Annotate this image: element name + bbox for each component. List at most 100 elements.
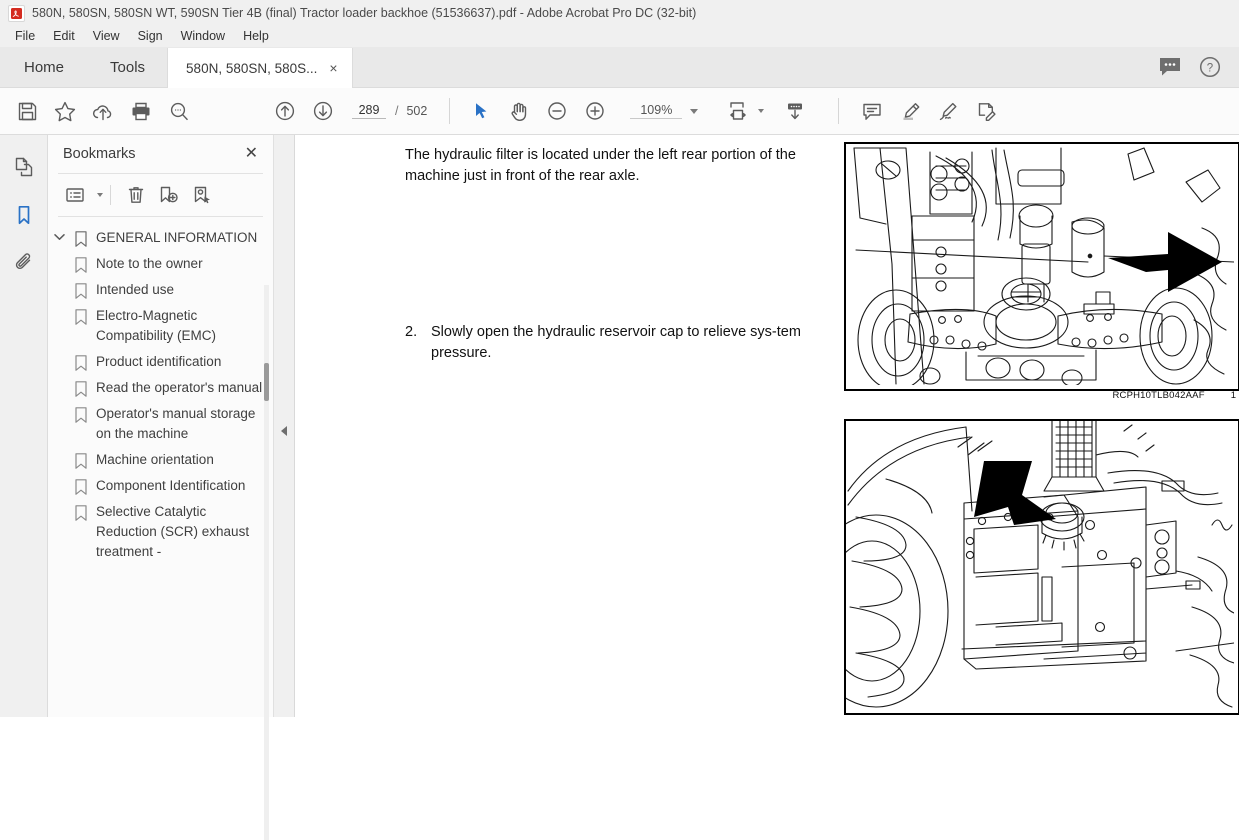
bookmark-options-icon[interactable] — [60, 181, 90, 209]
bookmark-label: Read the operator's manual — [96, 380, 263, 395]
bookmark-label: Machine orientation — [96, 452, 214, 467]
bookmark-icon — [70, 228, 92, 247]
menu-file[interactable]: File — [6, 26, 44, 47]
menu-window[interactable]: Window — [172, 26, 234, 47]
bookmark-options-chevron-down-icon[interactable] — [97, 193, 103, 197]
bookmarks-scrollbar-thumb[interactable] — [264, 363, 269, 401]
bookmark-icon — [70, 378, 92, 397]
step-text: Slowly open the hydraulic reservoir cap … — [431, 324, 801, 361]
page-number-input[interactable]: 289 — [352, 103, 386, 119]
reservoir-illustration — [846, 421, 1234, 708]
figure-hydraulic-reservoir-cap — [844, 419, 1239, 715]
bookmark-icon — [70, 450, 92, 469]
menu-view[interactable]: View — [84, 26, 129, 47]
select-tool-icon[interactable] — [462, 92, 500, 130]
scroll-mode-icon[interactable] — [776, 92, 814, 130]
tab-bar-actions: ? — [1159, 56, 1239, 87]
menu-edit[interactable]: Edit — [44, 26, 84, 47]
zoom-out-icon[interactable] — [538, 92, 576, 130]
tab-document[interactable]: 580N, 580SN, 580S... × — [167, 48, 353, 88]
step-number: 2. — [405, 324, 418, 340]
bookmarks-tree[interactable]: GENERAL INFORMATION Note to the owner In… — [48, 217, 273, 717]
help-icon[interactable]: ? — [1199, 56, 1221, 78]
upload-cloud-icon[interactable] — [84, 92, 122, 130]
bookmark-icon — [70, 254, 92, 273]
zoom-level[interactable]: 109% — [630, 103, 683, 119]
bookmarks-panel: Bookmarks ✕ GENERAL INFORMATION Note to … — [48, 135, 274, 840]
close-panel-icon[interactable]: ✕ — [242, 144, 261, 164]
figure-rear-axle-hydraulic-filter — [844, 142, 1239, 391]
bookmark-label: GENERAL INFORMATION — [96, 230, 258, 245]
fit-page-icon[interactable] — [720, 92, 758, 130]
bookmark-icon — [70, 280, 92, 299]
chevron-down-icon[interactable] — [690, 108, 699, 114]
window-title: 580N, 580SN, 580SN WT, 590SN Tier 4B (fi… — [32, 6, 697, 20]
sign-tool-icon[interactable] — [929, 92, 967, 130]
menu-sign[interactable]: Sign — [129, 26, 172, 47]
search-icon[interactable] — [160, 92, 198, 130]
bookmarks-toolbar — [48, 174, 273, 216]
bookmark-item-component-identification[interactable]: Component Identification — [48, 473, 273, 499]
callout-arrow-icon — [1108, 232, 1222, 292]
document-view[interactable]: The hydraulic filter is located under th… — [295, 135, 1239, 717]
numbered-step: 2. Slowly open the hydraulic reservoir c… — [405, 322, 825, 364]
work-area: Bookmarks ✕ GENERAL INFORMATION Note to … — [0, 135, 1239, 840]
bookmark-label: Intended use — [96, 282, 175, 297]
page-navigation: 289 / 502 — [352, 103, 427, 119]
menu-help[interactable]: Help — [234, 26, 278, 47]
hand-tool-icon[interactable] — [500, 92, 538, 130]
bookmark-item-intended-use[interactable]: Intended use — [48, 277, 273, 303]
document-text-column: The hydraulic filter is located under th… — [405, 145, 825, 364]
star-icon[interactable] — [46, 92, 84, 130]
expand-chevron-icon[interactable] — [48, 228, 70, 241]
zoom-control: 109% — [630, 103, 699, 119]
comment-icon[interactable] — [1159, 57, 1181, 77]
save-icon[interactable] — [8, 92, 46, 130]
fill-and-sign-icon[interactable] — [967, 92, 1005, 130]
bookmark-item-product-identification[interactable]: Product identification — [48, 349, 273, 375]
delete-bookmark-icon[interactable] — [121, 181, 151, 209]
pdf-page: The hydraulic filter is located under th… — [295, 135, 1239, 717]
bookmark-item-read-the-operators-manual[interactable]: Read the operator's manual — [48, 375, 273, 401]
collapse-panel-icon[interactable] — [278, 423, 290, 439]
tab-bar: Home Tools 580N, 580SN, 580S... × ? — [0, 47, 1239, 88]
acrobat-window: 580N, 580SN, 580SN WT, 590SN Tier 4B (fi… — [0, 0, 1239, 840]
bookmark-label: Product identification — [96, 354, 222, 369]
bookmark-icon — [70, 476, 92, 495]
zoom-in-icon[interactable] — [576, 92, 614, 130]
bookmarks-icon[interactable] — [7, 199, 41, 231]
callout-arrow-icon — [974, 461, 1056, 525]
bookmark-label: Operator's manual storage on the machine — [96, 406, 256, 441]
bookmark-icon — [70, 352, 92, 371]
close-tab-icon[interactable]: × — [329, 61, 337, 75]
menu-bar: File Edit View Sign Window Help — [0, 26, 1239, 47]
figure-1-number: 1 — [1230, 390, 1236, 401]
attachments-icon[interactable] — [7, 247, 41, 279]
new-bookmark-icon[interactable] — [154, 181, 184, 209]
bookmark-icon — [70, 502, 92, 521]
page-thumbnails-icon[interactable] — [7, 151, 41, 183]
print-icon[interactable] — [122, 92, 160, 130]
bookmark-item-emc[interactable]: Electro-Magnetic Compatibility (EMC) — [48, 303, 273, 349]
bookmark-from-selection-icon[interactable] — [187, 181, 217, 209]
previous-page-icon[interactable] — [266, 92, 304, 130]
tab-tools[interactable]: Tools — [88, 48, 167, 87]
figure-1-code: RCPH10TLB042AAF — [1112, 390, 1205, 401]
highlight-tool-icon[interactable] — [891, 92, 929, 130]
tab-home[interactable]: Home — [0, 48, 88, 87]
bookmark-item-operators-manual-storage[interactable]: Operator's manual storage on the machine — [48, 401, 273, 447]
bookmark-label: Note to the owner — [96, 256, 203, 271]
intro-paragraph: The hydraulic filter is located under th… — [405, 147, 796, 184]
next-page-icon[interactable] — [304, 92, 342, 130]
bookmark-label: Electro-Magnetic Compatibility (EMC) — [96, 308, 217, 343]
bookmark-item-note-to-the-owner[interactable]: Note to the owner — [48, 251, 273, 277]
bookmark-item-general-information[interactable]: GENERAL INFORMATION — [48, 225, 273, 251]
title-bar: 580N, 580SN, 580SN WT, 590SN Tier 4B (fi… — [0, 0, 1239, 26]
rear-axle-illustration — [853, 147, 1234, 385]
panel-splitter[interactable] — [274, 135, 295, 717]
comment-tool-icon[interactable] — [853, 92, 891, 130]
fit-page-chevron-down-icon[interactable] — [758, 109, 765, 113]
bookmark-item-scr-exhaust-treatment[interactable]: Selective Catalytic Reduction (SCR) exha… — [48, 499, 273, 565]
bookmark-item-machine-orientation[interactable]: Machine orientation — [48, 447, 273, 473]
acrobat-icon — [8, 4, 25, 22]
